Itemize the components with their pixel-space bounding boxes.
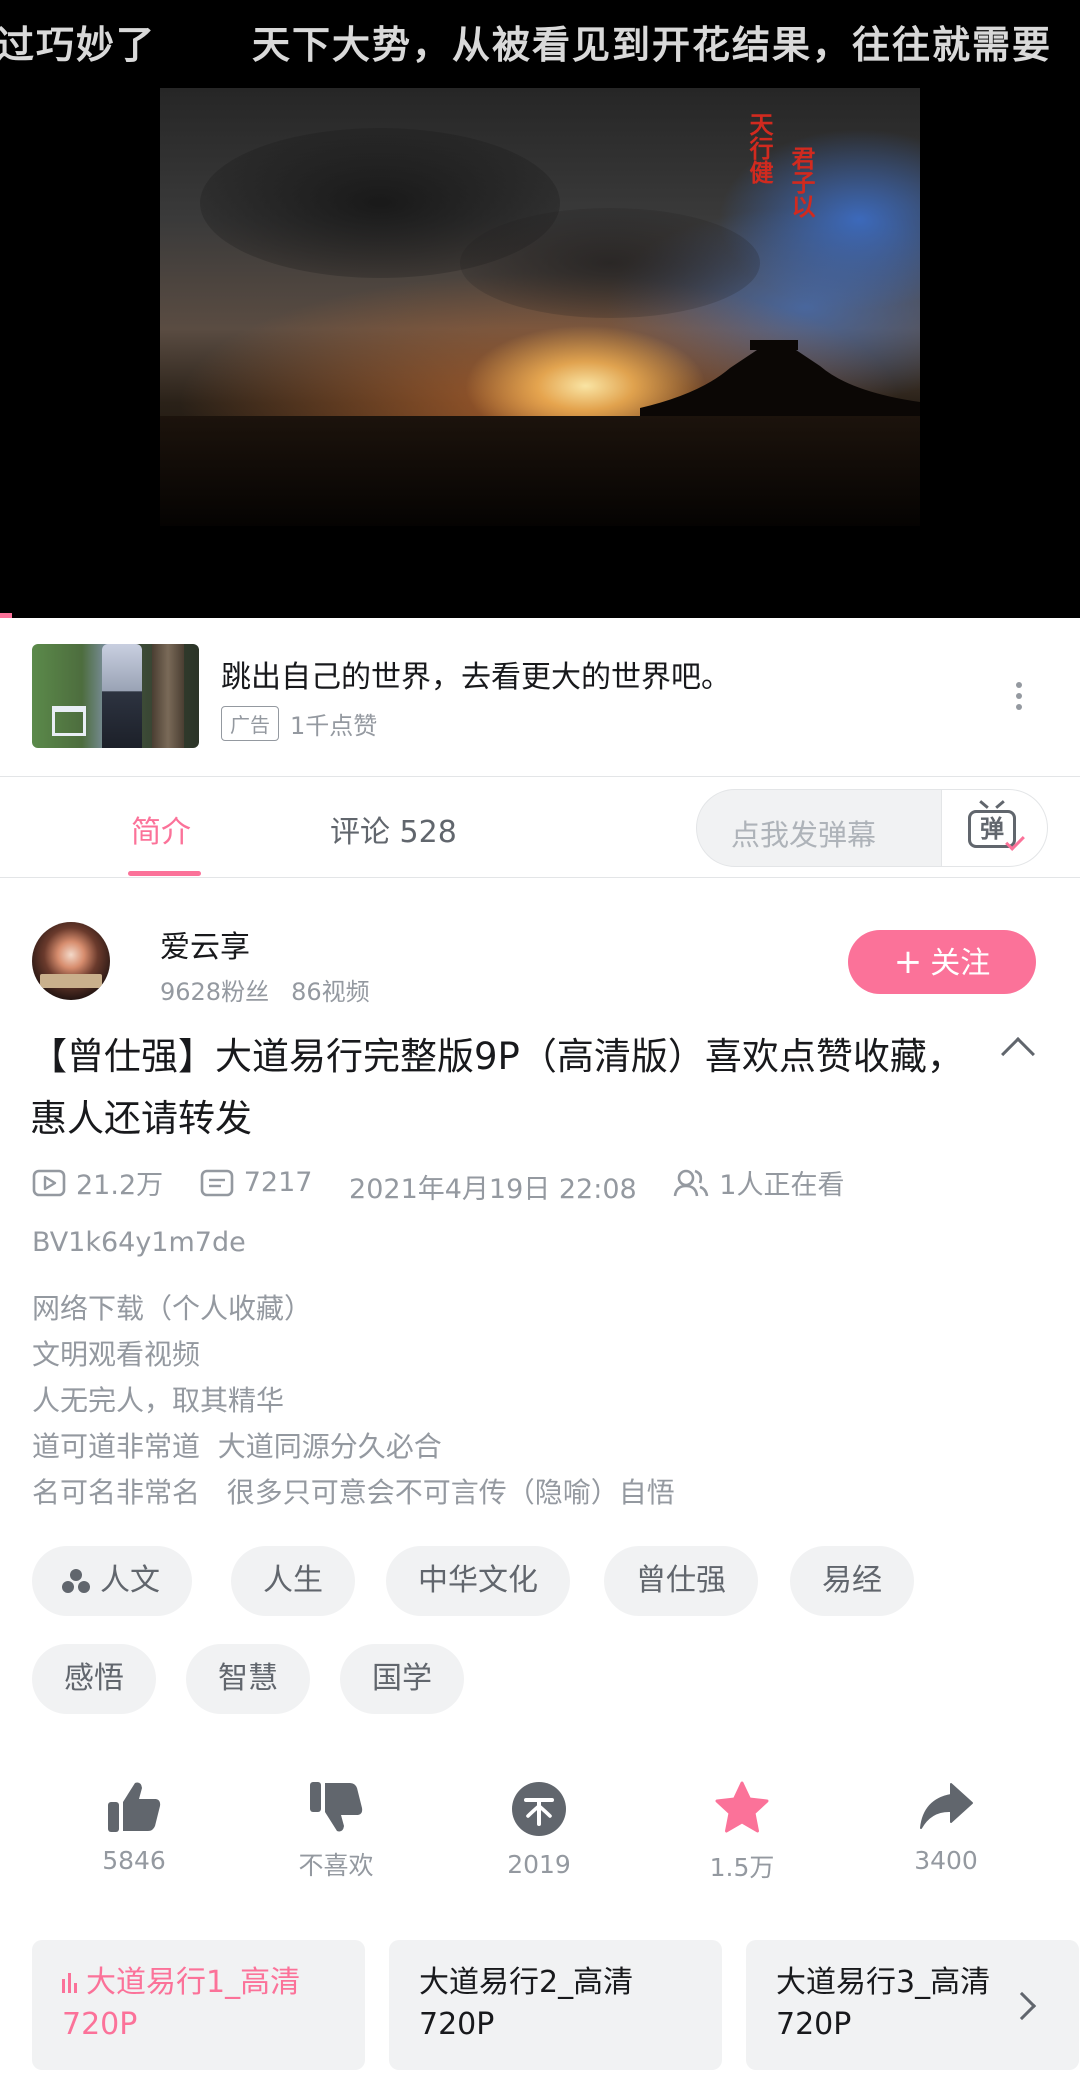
- share-icon: [920, 1783, 973, 1829]
- video-stats: 21.2万 7217 2021年4月19日 22:08 1人正在看: [32, 1163, 872, 1206]
- danmaku-comment: 过巧妙了: [0, 23, 157, 67]
- star-icon: [715, 1781, 769, 1833]
- play-count-icon: [32, 1169, 66, 1196]
- ad-badge: 广告: [221, 706, 279, 741]
- episode-title: 大道易行1_高清: [86, 1965, 301, 2000]
- tag-chip[interactable]: 国学: [340, 1644, 464, 1714]
- episode-quality: 720P: [419, 2007, 495, 2042]
- danmaku-comment: 天下大势，从被看见到开花结果，往往就需要: [252, 23, 1053, 67]
- episode-quality: 720P: [62, 2007, 138, 2042]
- dislike-button[interactable]: 不喜欢: [266, 1780, 406, 1882]
- ad-thumbnail[interactable]: [32, 644, 199, 748]
- video-player[interactable]: 过巧妙了 天下大势，从被看见到开花结果，往往就需要 天行健 君子以: [0, 0, 1080, 618]
- episode-title: 大道易行2_高清: [419, 1965, 634, 2000]
- video-count: 86视频: [291, 978, 370, 1006]
- tag-chip[interactable]: 智慧: [186, 1644, 310, 1714]
- episode-quality: 720P: [776, 2007, 852, 2042]
- calligraphy-text: 天行健: [745, 112, 774, 184]
- publish-date: 2021年4月19日 22:08: [349, 1173, 637, 1205]
- thumbs-up-icon: [108, 1782, 161, 1832]
- episode-card[interactable]: 大道易行2_高清 720P: [389, 1940, 722, 2070]
- more-options-icon[interactable]: [1016, 682, 1022, 715]
- category-icon: [62, 1569, 90, 1593]
- tag-chip[interactable]: 易经: [790, 1546, 914, 1616]
- chevron-up-icon[interactable]: [1001, 1037, 1035, 1071]
- like-button[interactable]: 5846: [64, 1780, 204, 1875]
- tag-chip[interactable]: 曾仕强: [604, 1546, 758, 1616]
- danmaku-toggle-button[interactable]: 弹: [941, 790, 1047, 866]
- avatar[interactable]: [32, 922, 110, 1000]
- bvid[interactable]: BV1k64y1m7de: [32, 1227, 246, 1258]
- video-description: 网络下载（个人收藏） 文明观看视频 人无完人，取其精华 道可道非常道 大道同源分…: [32, 1292, 675, 1509]
- share-button[interactable]: 3400: [876, 1780, 1016, 1875]
- coin-icon: [512, 1782, 566, 1836]
- tab-intro[interactable]: 简介: [131, 807, 191, 851]
- danmaku-count: 7217: [243, 1167, 313, 1198]
- fans-count: 9628粉丝: [160, 978, 270, 1006]
- tag-chip[interactable]: 感悟: [32, 1644, 156, 1714]
- danmaku-placeholder: 点我发弹幕: [731, 818, 877, 852]
- tag-chip[interactable]: 人生: [231, 1546, 355, 1616]
- ad-card[interactable]: 跳出自己的世界，去看更大的世界吧。 广告 1千点赞: [0, 618, 1080, 776]
- tag-label: 人文: [100, 1563, 160, 1598]
- now-playing-icon: [62, 1973, 80, 1993]
- tab-comments[interactable]: 评论 528: [330, 807, 457, 851]
- like-count: 5846: [102, 1846, 166, 1875]
- palace-silhouette: [640, 340, 920, 428]
- coin-count: 2019: [507, 1850, 571, 1879]
- watching-count: 1人正在看: [719, 1170, 845, 1201]
- tab-bar: 简介 评论 528 点我发弹幕 弹: [0, 776, 1080, 878]
- uploader-name[interactable]: 爱云享: [160, 922, 250, 966]
- tag-chip[interactable]: 人文: [32, 1546, 192, 1616]
- video-title: 【曾仕强】大道易行完整版9P（高清版）喜欢点赞收藏，惠人还请转发: [30, 1035, 964, 1140]
- ad-likes: 1千点赞: [290, 712, 378, 740]
- tag-chip[interactable]: 中华文化: [386, 1546, 570, 1616]
- dislike-label: 不喜欢: [298, 1851, 374, 1880]
- tab-indicator: [128, 871, 201, 876]
- danmaku-layer: 过巧妙了 天下大势，从被看见到开花结果，往往就需要: [0, 14, 1052, 69]
- favorite-button[interactable]: 1.5万: [672, 1780, 812, 1884]
- thumbs-down-icon: [310, 1782, 363, 1832]
- follow-button[interactable]: + 关注: [848, 930, 1036, 994]
- follow-label: 关注: [930, 946, 991, 981]
- episode-card[interactable]: 大道易行1_高清 720P: [32, 1940, 365, 2070]
- people-watching-icon: [673, 1169, 709, 1196]
- plus-icon: +: [893, 942, 923, 982]
- danmaku-count-icon: [200, 1169, 234, 1196]
- favorite-count: 1.5万: [709, 1853, 775, 1882]
- ad-title[interactable]: 跳出自己的世界，去看更大的世界吧。: [221, 652, 731, 696]
- view-count: 21.2万: [76, 1170, 164, 1201]
- calligraphy-text: 君子以: [787, 146, 816, 218]
- video-frame: 天行健 君子以: [160, 88, 920, 526]
- coin-button[interactable]: 2019: [469, 1780, 609, 1879]
- uploader-stats: 9628粉丝 86视频: [160, 972, 370, 1007]
- share-count: 3400: [914, 1846, 978, 1875]
- episode-title: 大道易行3_高清: [776, 1965, 991, 2000]
- danmaku-input[interactable]: 点我发弹幕 弹: [696, 789, 1048, 867]
